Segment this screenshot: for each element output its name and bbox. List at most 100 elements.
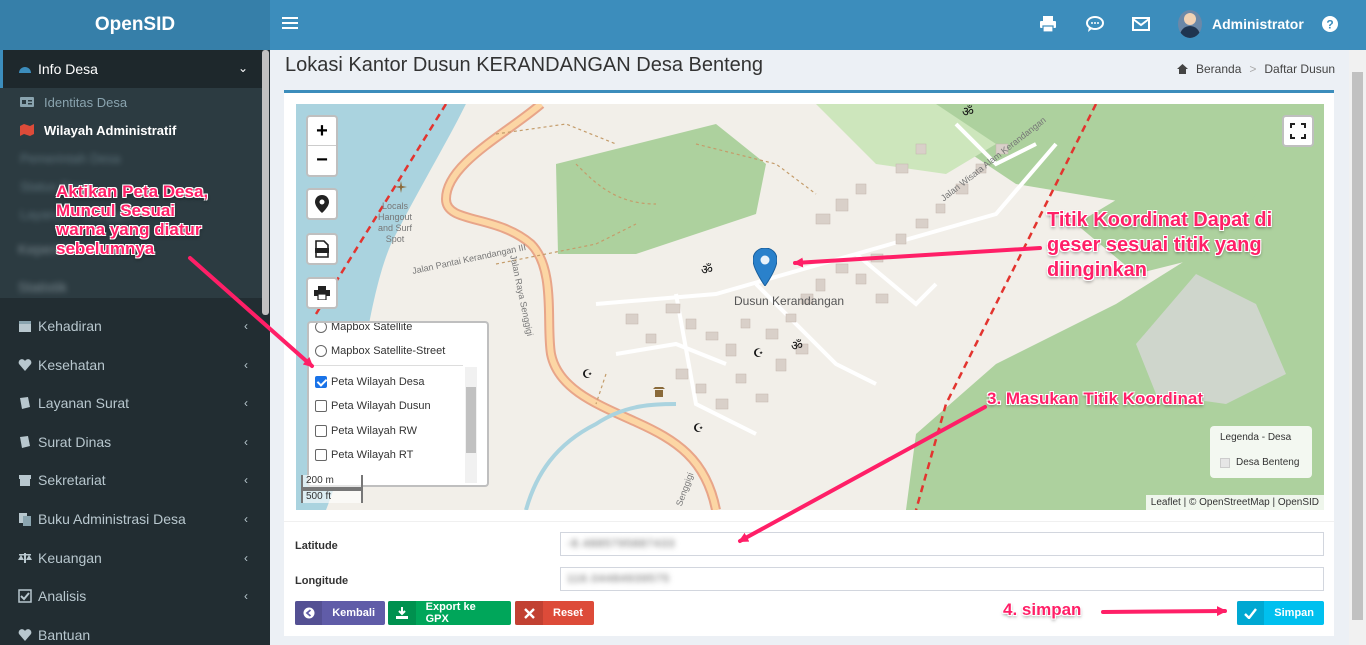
layer-scrollbar[interactable] — [465, 367, 477, 483]
user-name: Administrator — [1212, 16, 1304, 32]
book-icon — [20, 397, 30, 409]
submenu-item-identitas-desa[interactable]: Identitas Desa — [20, 90, 127, 114]
sidebar-item-label: Statistik — [18, 279, 68, 295]
svg-text:ॐ: ॐ — [791, 339, 803, 352]
download-icon — [388, 601, 416, 625]
sidebar-item-analisis[interactable]: Analisis ‹ — [0, 577, 262, 615]
annotation-simpan: 4. simpan — [1003, 600, 1082, 619]
locate-button[interactable] — [306, 188, 338, 220]
sidebar-item-layanan-surat[interactable]: Layanan Surat ‹ — [0, 384, 262, 422]
shrine-icon — [653, 387, 665, 397]
sidebar-item-kehadiran[interactable]: Kehadiran ‹ — [0, 307, 262, 345]
layer-option-mapbox-satellite[interactable]: Mapbox Satellite — [315, 323, 412, 335]
map-container[interactable]: Locals Hangout and Surf Spot Jalan Panta… — [296, 104, 1324, 510]
layer-label: Peta Wilayah RT — [331, 449, 414, 461]
layer-scrollbar-thumb[interactable] — [466, 387, 476, 453]
zoom-in-button[interactable]: + — [308, 117, 336, 146]
temple-icon: ॐ — [701, 263, 713, 276]
legend-title: Legenda - Desa — [1220, 432, 1292, 443]
overlay-option-peta-wilayah-dusun[interactable]: Peta Wilayah Dusun — [315, 398, 431, 414]
checkbox[interactable] — [315, 400, 327, 412]
svg-text:?: ? — [1326, 18, 1333, 32]
menu-toggle-icon[interactable] — [282, 14, 298, 34]
annotation-titik-koordinat: Titik Koordinat Dapat di geser sesuai ti… — [1047, 209, 1273, 281]
envelope-icon[interactable] — [1131, 14, 1151, 34]
viewpoint-icon — [395, 181, 407, 193]
sidebar-item-statistik[interactable]: Statistik — [0, 268, 262, 306]
chevron-left-icon: ‹ — [244, 319, 248, 333]
overlay-option-peta-wilayah-rt[interactable]: Peta Wilayah RT — [315, 447, 413, 463]
export-gpx-button[interactable]: Export ke GPX — [388, 601, 511, 625]
reset-button[interactable]: Reset — [515, 601, 594, 625]
id-card-icon — [20, 97, 34, 107]
legend-item: Desa Benteng — [1236, 457, 1300, 468]
map-pin-icon — [315, 195, 329, 213]
chevron-left-icon: ‹ — [244, 551, 248, 565]
export-gpx-button-label: Export ke GPX — [425, 601, 476, 625]
overlay-option-peta-wilayah-rw[interactable]: Peta Wilayah RW — [315, 423, 417, 439]
sidebar-item-bantuan[interactable]: Bantuan — [0, 616, 262, 645]
radio-button[interactable] — [315, 323, 327, 333]
map-icon — [20, 124, 34, 136]
user-menu[interactable]: Administrator — [1178, 10, 1304, 38]
avatar — [1178, 10, 1202, 38]
check-square-icon — [18, 589, 32, 603]
app-logo[interactable]: OpenSID — [0, 0, 270, 50]
help-icon[interactable]: ? — [1320, 14, 1340, 34]
sidebar-item-sekretariat[interactable]: Sekretariat ‹ — [0, 461, 262, 499]
page-scrollbar[interactable] — [1349, 50, 1366, 645]
submenu-item-pemerintah-desa[interactable]: Pemerintah Desa — [20, 146, 120, 170]
heartbeat-icon — [18, 359, 32, 371]
sidebar-item-kesehatan[interactable]: Kesehatan ‹ — [0, 346, 262, 384]
breadcrumb-home[interactable]: Beranda — [1196, 62, 1241, 76]
location-marker-icon[interactable] — [753, 248, 777, 286]
sidebar-scrollbar[interactable] — [262, 50, 269, 315]
temple-icon: ॐ — [962, 105, 974, 118]
chevron-left-icon: ‹ — [244, 473, 248, 487]
mosque-icon: ☪ — [582, 367, 593, 380]
fullscreen-button[interactable] — [1282, 115, 1314, 147]
annotation-masukan-koordinat: 3. Masukan Titik Koordinat — [987, 389, 1204, 408]
layer-option-mapbox-satellite-street[interactable]: Mapbox Satellite-Street — [315, 343, 445, 359]
save-button[interactable]: Simpan — [1237, 601, 1324, 625]
mosque-icon: ☪ — [753, 346, 764, 359]
map-attribution[interactable]: Leaflet | © OpenStreetMap | OpenSID — [1145, 495, 1324, 510]
latitude-input[interactable]: -8.4885795887433 — [560, 532, 1324, 556]
comments-icon[interactable] — [1085, 14, 1105, 34]
archive-icon — [19, 475, 31, 486]
svg-text:ॐ: ॐ — [962, 105, 974, 118]
copy-icon — [19, 513, 31, 526]
calendar-icon — [19, 321, 31, 332]
zoom-out-button[interactable]: − — [308, 146, 336, 175]
page-scrollbar-thumb[interactable] — [1352, 72, 1363, 620]
chevron-down-icon: ⌄ — [237, 61, 248, 75]
chevron-left-icon: ‹ — [244, 358, 248, 372]
sidebar-item-label: Analisis — [38, 588, 87, 604]
breadcrumb: Beranda > Daftar Dusun — [1177, 62, 1335, 76]
checkbox[interactable] — [315, 376, 327, 388]
printer-icon[interactable] — [1038, 14, 1058, 34]
times-icon — [515, 601, 543, 625]
submenu-item-wilayah-administratif[interactable]: Wilayah Administratif — [20, 118, 176, 142]
sidebar-item-keuangan[interactable]: Keuangan ‹ — [0, 539, 262, 577]
sidebar-item-buku-administrasi-desa[interactable]: Buku Administrasi Desa ‹ — [0, 500, 262, 538]
radio-button[interactable] — [315, 345, 327, 357]
checkbox[interactable] — [315, 449, 327, 461]
overlay-option-peta-wilayah-desa[interactable]: Peta Wilayah Desa — [315, 374, 425, 390]
svg-text:☪: ☪ — [582, 367, 593, 380]
export-gpx-map-button[interactable] — [306, 233, 338, 265]
heart-icon — [18, 629, 32, 641]
submenu-item-label: Identitas Desa — [44, 94, 128, 110]
sidebar-item-info-desa[interactable]: Info Desa ⌄ — [0, 50, 262, 88]
back-button[interactable]: Kembali — [295, 601, 385, 625]
longitude-input[interactable]: 116.04484939575 — [560, 567, 1324, 591]
svg-text:☪: ☪ — [753, 346, 764, 359]
sidebar-item-surat-dinas[interactable]: Surat Dinas ‹ — [0, 423, 262, 461]
print-map-button[interactable] — [306, 277, 338, 309]
layer-divider — [313, 365, 463, 366]
chevron-left-icon: ‹ — [244, 435, 248, 449]
sidebar-item-label: Sekretariat — [38, 472, 106, 488]
layer-label: Mapbox Satellite-Street — [331, 345, 446, 357]
annotation-aktifkan-peta: Aktikan Peta Desa, Muncul Sesuai warna y… — [56, 182, 209, 258]
checkbox[interactable] — [315, 425, 327, 437]
